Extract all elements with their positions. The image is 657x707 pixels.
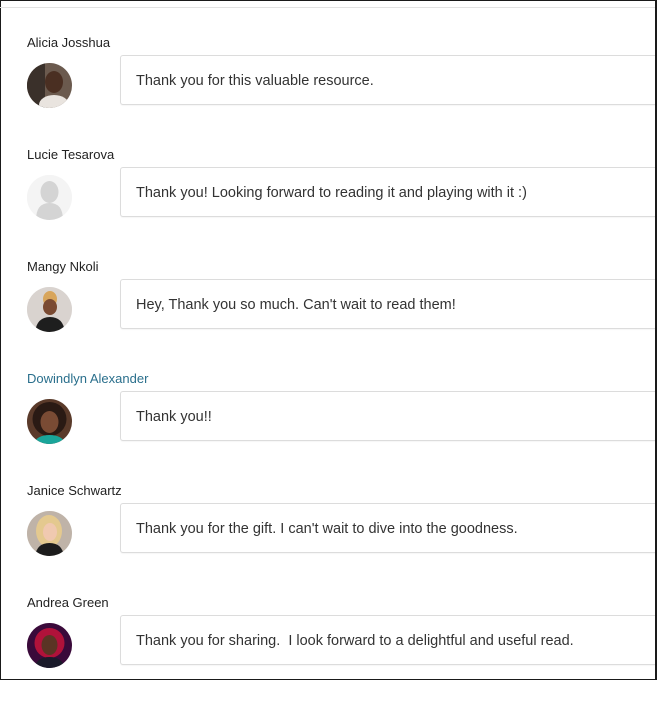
- comment-item: Andrea Green Thank you for sharing. I lo…: [0, 595, 657, 707]
- comment-bubble: Thank you!!: [120, 391, 657, 441]
- avatar[interactable]: [27, 623, 72, 668]
- comment-bubble: Thank you for sharing. I look forward to…: [120, 615, 657, 665]
- comment-item: Mangy Nkoli Hey, Thank you so much. Can'…: [0, 259, 657, 371]
- avatar[interactable]: [27, 287, 72, 332]
- comment-text: Thank you for sharing. I look forward to…: [136, 633, 574, 649]
- comment-author: Alicia Josshua: [27, 35, 111, 50]
- comment-text: Hey, Thank you so much. Can't wait to re…: [136, 297, 456, 313]
- avatar[interactable]: [27, 63, 72, 108]
- comment-author: Janice Schwartz: [27, 483, 122, 498]
- comment-text: Thank you for this valuable resource.: [136, 73, 374, 89]
- top-divider: [0, 0, 657, 8]
- avatar[interactable]: [27, 175, 72, 220]
- comment-item: Lucie Tesarova Thank you! Looking forwar…: [0, 147, 657, 259]
- comment-author: Mangy Nkoli: [27, 259, 99, 274]
- comment-item: Janice Schwartz Thank you for the gift. …: [0, 483, 657, 595]
- comment-item: Alicia Josshua Thank you for this valuab…: [0, 35, 657, 147]
- comment-author: Lucie Tesarova: [27, 147, 115, 162]
- avatar[interactable]: [27, 399, 72, 444]
- comment-author-link[interactable]: Dowindlyn Alexander: [27, 371, 148, 387]
- comment-bubble: Thank you! Looking forward to reading it…: [120, 167, 657, 217]
- user-photo-icon: [27, 63, 72, 108]
- comment-text: Thank you!!: [136, 409, 212, 425]
- comment-bubble: Hey, Thank you so much. Can't wait to re…: [120, 279, 657, 329]
- comment-bubble: Thank you for the gift. I can't wait to …: [120, 503, 657, 553]
- user-photo-icon: [27, 623, 72, 668]
- user-photo-icon: [27, 399, 72, 444]
- comment-item: Dowindlyn Alexander Thank you!!: [0, 371, 657, 483]
- default-avatar-icon: [27, 175, 72, 220]
- user-photo-icon: [27, 287, 72, 332]
- comment-text: Thank you for the gift. I can't wait to …: [136, 521, 518, 537]
- avatar[interactable]: [27, 511, 72, 556]
- comment-text: Thank you! Looking forward to reading it…: [136, 185, 527, 201]
- user-photo-icon: [27, 511, 72, 556]
- comment-author: Andrea Green: [27, 595, 109, 610]
- comment-bubble: Thank you for this valuable resource.: [120, 55, 657, 105]
